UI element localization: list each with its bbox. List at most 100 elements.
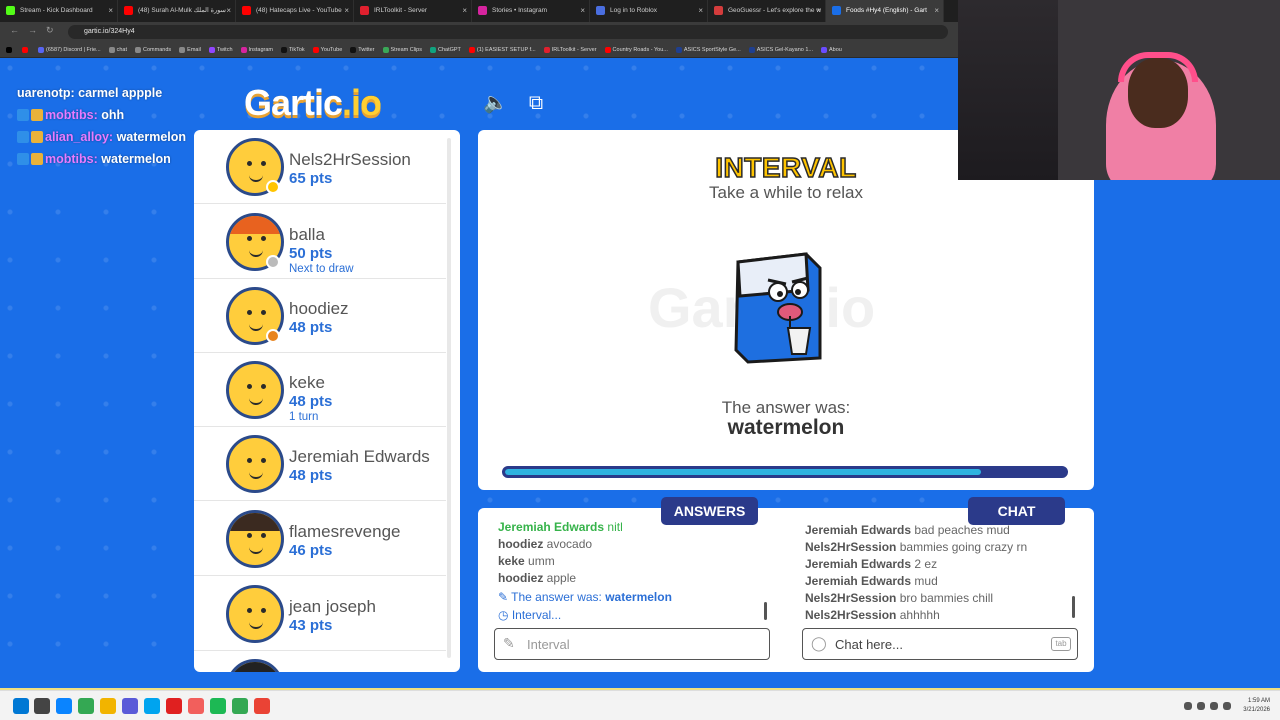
player-row[interactable]: flamesrevenge 46 pts [194,502,446,576]
tab-favicon-icon [714,6,723,15]
bookmark-item[interactable]: Country Roads - You... [603,42,674,57]
avatar-mouth [249,622,263,629]
answer-text: avocado [546,537,593,551]
bookmark-item[interactable]: chat [107,42,133,57]
gartic-logo[interactable]: Gartic.io [244,82,382,124]
players-scrollbar[interactable] [447,138,451,658]
tab-favicon-icon [242,6,251,15]
browser-tab[interactable]: (48) Surah Al-Mulk سورة الملك × [118,0,236,22]
player-row[interactable]: keke 48 pts 1 turn [194,353,446,427]
taskbar-app-icon[interactable] [188,698,204,714]
answers-scrollbar[interactable] [764,602,767,620]
player-points: 48 pts [289,319,333,336]
avatar-eye [261,458,266,463]
chat-scrollbar[interactable] [1072,596,1075,618]
bookmark-item[interactable]: ASICS Gel-Kayano 1... [747,42,819,57]
bookmark-item[interactable]: Email [177,42,207,57]
avatar-eye [261,236,266,241]
avatar-eye [261,533,266,538]
bookmark-item[interactable]: Commands [133,42,177,57]
taskbar-app-icon[interactable] [78,698,94,714]
tab-close-icon[interactable]: × [108,0,113,22]
browser-tab[interactable]: Stories • Instagram × [472,0,590,22]
bookmark-item[interactable]: Twitter [348,42,380,57]
chat-tab[interactable]: CHAT [968,497,1065,525]
tab-favicon-icon [478,6,487,15]
browser-tab[interactable]: Log in to Roblox × [590,0,708,22]
bookmark-item[interactable]: Abou [819,42,848,57]
tab-close-icon[interactable]: × [698,0,703,22]
player-row[interactable]: Hatecaps [194,651,446,672]
interval-progress-bar [502,466,1068,478]
player-name: Jeremiah Edwards [289,447,430,466]
pencil-icon: ✎ [498,590,512,604]
avatar-eye [247,608,252,613]
bookmark-item[interactable]: ChatGPT [428,42,467,57]
answer-label: The answer was: [721,398,851,417]
taskbar-app-icon[interactable] [210,698,226,714]
avatar-eye [261,161,266,166]
avatar-mouth [249,250,263,257]
chat-input[interactable]: ◯ Chat here... tab [802,628,1078,660]
browser-tab[interactable]: GeoGuessr - Let's explore the w × [708,0,826,22]
player-row[interactable]: hoodiez 48 pts [194,279,446,353]
tab-close-icon[interactable]: × [344,0,349,22]
tab-favicon-icon [124,6,133,15]
player-row[interactable]: Nels2HrSession 65 pts [194,130,446,204]
answer-text: umm [528,554,555,568]
share-icon[interactable]: ⧉ [524,92,548,114]
taskbar-app-icon[interactable] [122,698,138,714]
forward-arrow-icon[interactable]: → [28,25,37,35]
browser-tab[interactable]: Stream - Kick Dashboard × [0,0,118,22]
browser-tab[interactable]: IRLToolkit - Server × [354,0,472,22]
tab-close-icon[interactable]: × [816,0,821,22]
taskbar-app-icon[interactable] [56,698,72,714]
bookmark-item[interactable]: ASICS SportStyle Ge... [674,42,747,57]
answers-tab[interactable]: ANSWERS [661,497,758,525]
volume-icon[interactable] [1210,702,1218,710]
tab-close-icon[interactable]: × [580,0,585,22]
taskbar-app-icon[interactable] [144,698,160,714]
chat-user: Nels2HrSession [805,540,897,554]
bookmark-item[interactable] [4,42,20,57]
chat-message: Jeremiah Edwards 2 ez [805,557,937,571]
system-clock[interactable]: 1:59 AM 3/21/2026 [1243,697,1270,715]
bookmark-item[interactable]: TikTok [279,42,311,57]
tray-chevron-icon[interactable] [1184,702,1192,710]
tab-close-icon[interactable]: × [462,0,467,22]
pencil-icon: ✎ [503,635,515,651]
bookmark-item[interactable]: YouTube [311,42,349,57]
avatar-mouth [249,175,263,182]
taskbar-app-icon[interactable] [100,698,116,714]
bookmark-item[interactable]: (6587) Discord | Frie... [36,42,107,57]
taskbar-app-icon[interactable] [232,698,248,714]
wifi-icon[interactable] [1197,702,1205,710]
tab-close-icon[interactable]: × [226,0,231,22]
bookmark-item[interactable]: Twitch [207,42,239,57]
tab-close-icon[interactable]: × [934,0,939,22]
player-row[interactable]: Jeremiah Edwards 48 pts [194,427,446,501]
browser-tab[interactable]: (48) Hatecaps Live - YouTube × [236,0,354,22]
windows-start-icon[interactable] [13,698,29,714]
bookmark-item[interactable]: IRLToolkit - Server [542,42,603,57]
kick-badge-icon [17,131,29,143]
sound-icon[interactable]: 🔈 [483,92,508,114]
url-field[interactable]: gartic.io/324Hy4 [68,25,948,39]
browser-tab[interactable]: Foods #Hy4 (English) - Gart × [826,0,944,22]
battery-icon[interactable] [1223,702,1231,710]
bookmark-item[interactable]: Stream Clips [381,42,428,57]
answer-reveal-value: watermelon [605,590,672,604]
player-status-dot [266,255,280,269]
player-row[interactable]: balla 50 pts Next to draw [194,205,446,279]
tab-favicon-icon [6,6,15,15]
bookmark-item[interactable]: Instagram [239,42,279,57]
back-arrow-icon[interactable]: ← [10,25,19,35]
bookmark-item[interactable] [20,42,36,57]
bookmark-item[interactable]: (1) EASIEST SETUP f... [467,42,542,57]
player-row[interactable]: jean joseph 43 pts [194,577,446,651]
answer-input[interactable]: ✎ Interval [494,628,770,660]
taskbar-app-icon[interactable] [34,698,50,714]
taskbar-app-icon[interactable] [166,698,182,714]
taskbar-app-icon[interactable] [254,698,270,714]
reload-icon[interactable]: ↻ [46,25,54,36]
